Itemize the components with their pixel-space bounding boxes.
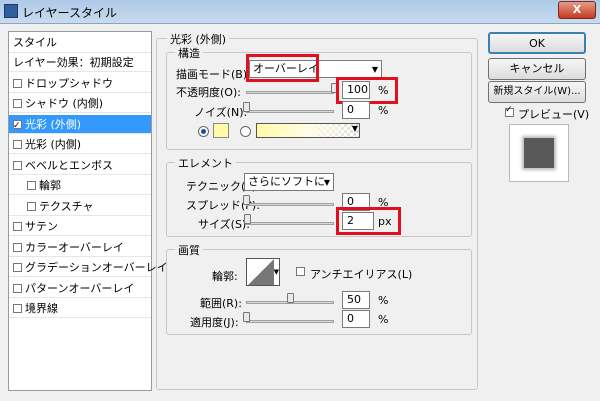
- style-list-item-label: ドロップシャドウ: [25, 76, 113, 90]
- opacity-label: 不透明度(O):: [176, 86, 241, 99]
- size-label: サイズ(S):: [198, 218, 250, 231]
- style-list-checkbox[interactable]: [13, 222, 22, 231]
- style-list-checkbox[interactable]: [27, 181, 36, 190]
- size-slider-track[interactable]: [246, 222, 334, 225]
- style-list-item-label: 光彩 (内側): [25, 138, 82, 151]
- contour-label: 輪郭:: [212, 270, 238, 283]
- blend-mode-highlight: [246, 54, 319, 82]
- contour-picker[interactable]: ▼: [246, 258, 280, 286]
- noise-slider-track[interactable]: [246, 110, 334, 113]
- noise-input[interactable]: 0: [342, 101, 370, 119]
- blend-mode-label: 描画モード(B):: [176, 68, 251, 81]
- size-highlight: [336, 207, 401, 235]
- quality-title: 画質: [175, 242, 203, 258]
- app-icon: [4, 4, 18, 18]
- style-list-item[interactable]: 光彩 (内側): [9, 135, 151, 154]
- style-list-item-label: レイヤー効果：初期設定: [13, 56, 134, 69]
- range-input[interactable]: 50: [342, 291, 370, 309]
- opacity-slider-track[interactable]: [246, 91, 334, 94]
- window-title: レイヤースタイル: [22, 6, 118, 20]
- style-list-checkbox[interactable]: [13, 117, 22, 136]
- spread-slider-thumb[interactable]: [243, 195, 250, 205]
- solid-color-radio[interactable]: [198, 126, 209, 137]
- noise-unit: %: [378, 104, 389, 117]
- style-list-item[interactable]: パターンオーバーレイ: [9, 279, 151, 298]
- range-label: 範囲(R):: [200, 297, 242, 310]
- cancel-button[interactable]: キャンセル: [488, 58, 586, 80]
- style-list-header[interactable]: スタイル: [9, 32, 151, 53]
- range-unit: %: [378, 294, 389, 307]
- style-list-item[interactable]: シャドウ (内側): [9, 94, 151, 113]
- spread-slider-track[interactable]: [246, 203, 334, 206]
- chevron-down-icon: ▼: [323, 178, 330, 187]
- gradient-radio[interactable]: [240, 126, 251, 137]
- style-list-checkbox[interactable]: [27, 201, 36, 211]
- style-list-item-label: パターンオーバーレイ: [25, 281, 135, 295]
- style-list-checkbox[interactable]: [13, 160, 22, 170]
- style-list-item-label: カラーオーバーレイ: [25, 240, 124, 254]
- style-list: スタイル レイヤー効果：初期設定ドロップシャドウシャドウ (内側) 光彩 (外側)…: [8, 31, 168, 391]
- style-list-item[interactable]: テクスチャ: [9, 197, 151, 216]
- style-list-checkbox[interactable]: [13, 304, 22, 313]
- jitter-slider-thumb[interactable]: [243, 312, 250, 322]
- style-list-checkbox[interactable]: [13, 99, 22, 108]
- style-list-item[interactable]: ドロップシャドウ: [9, 74, 151, 93]
- style-list-item-label: 境界線: [25, 302, 58, 315]
- technique-value: さらにソフトに: [248, 175, 325, 188]
- noise-slider-thumb[interactable]: [243, 102, 250, 112]
- style-list-checkbox[interactable]: [13, 140, 22, 149]
- chevron-down-icon: ▼: [371, 65, 378, 74]
- preview-square: [524, 138, 554, 168]
- close-button[interactable]: X: [558, 1, 596, 19]
- size-slider-thumb[interactable]: [243, 214, 251, 224]
- style-list-checkbox[interactable]: [13, 78, 22, 88]
- opacity-highlight: [336, 77, 398, 104]
- style-list-item-label: テクスチャ: [39, 199, 94, 213]
- style-list-item-label: 輪郭: [39, 179, 61, 192]
- preview-label: プレビュー(V): [518, 108, 590, 121]
- style-list-item-label: ベベルとエンボス: [25, 158, 113, 172]
- style-list-checkbox[interactable]: [13, 263, 22, 272]
- style-list-item[interactable]: グラデーションオーバーレイ: [9, 258, 168, 277]
- style-list-item[interactable]: レイヤー効果：初期設定: [9, 53, 151, 72]
- preview-checkbox[interactable]: [505, 105, 514, 117]
- jitter-unit: %: [378, 313, 389, 326]
- style-list-item[interactable]: 輪郭: [9, 176, 151, 195]
- style-list-item[interactable]: サテン: [9, 217, 151, 236]
- style-list-checkbox[interactable]: [13, 242, 22, 252]
- chevron-down-icon: ▼: [273, 268, 279, 276]
- layer-style-dialog: レイヤースタイル X スタイル レイヤー効果：初期設定ドロップシャドウ シャドウ …: [0, 0, 600, 401]
- style-list-item-label: グラデーションオーバーレイ: [25, 261, 168, 274]
- jitter-slider-track[interactable]: [246, 320, 334, 323]
- chevron-down-icon: ▼: [351, 124, 358, 133]
- structure-title: 構造: [175, 45, 203, 61]
- style-preview-thumbnail: [509, 124, 569, 182]
- style-list-item-label: サテン: [25, 220, 58, 233]
- antialias-label: アンチエイリアス(L): [310, 268, 413, 281]
- style-list-checkbox[interactable]: [13, 283, 22, 293]
- jitter-label: 適用度(J):: [190, 316, 239, 329]
- new-style-button[interactable]: 新規スタイル(W)...: [488, 81, 586, 103]
- style-list-item[interactable]: ベベルとエンボス: [9, 156, 151, 175]
- style-list-item-label: 光彩 (外側): [25, 117, 82, 131]
- glow-color-swatch[interactable]: [213, 123, 229, 138]
- title-bar: レイヤースタイル X: [0, 0, 600, 24]
- jitter-input[interactable]: 0: [342, 310, 370, 328]
- ok-button[interactable]: OK: [488, 32, 586, 54]
- technique-select[interactable]: さらにソフトに ▼: [244, 173, 334, 191]
- style-list-item[interactable]: カラーオーバーレイ: [9, 238, 151, 257]
- gradient-picker[interactable]: ▼: [256, 123, 360, 138]
- antialias-checkbox[interactable]: [296, 267, 305, 276]
- style-list-item-label: シャドウ (内側): [25, 97, 104, 110]
- elements-title: エレメント: [175, 155, 236, 171]
- noise-label: ノイズ(N):: [194, 106, 248, 119]
- style-list-item[interactable]: 光彩 (外側): [9, 114, 151, 136]
- style-list-item[interactable]: 境界線: [9, 299, 151, 318]
- range-slider-thumb[interactable]: [287, 293, 294, 303]
- contour-preview-icon: [248, 259, 274, 285]
